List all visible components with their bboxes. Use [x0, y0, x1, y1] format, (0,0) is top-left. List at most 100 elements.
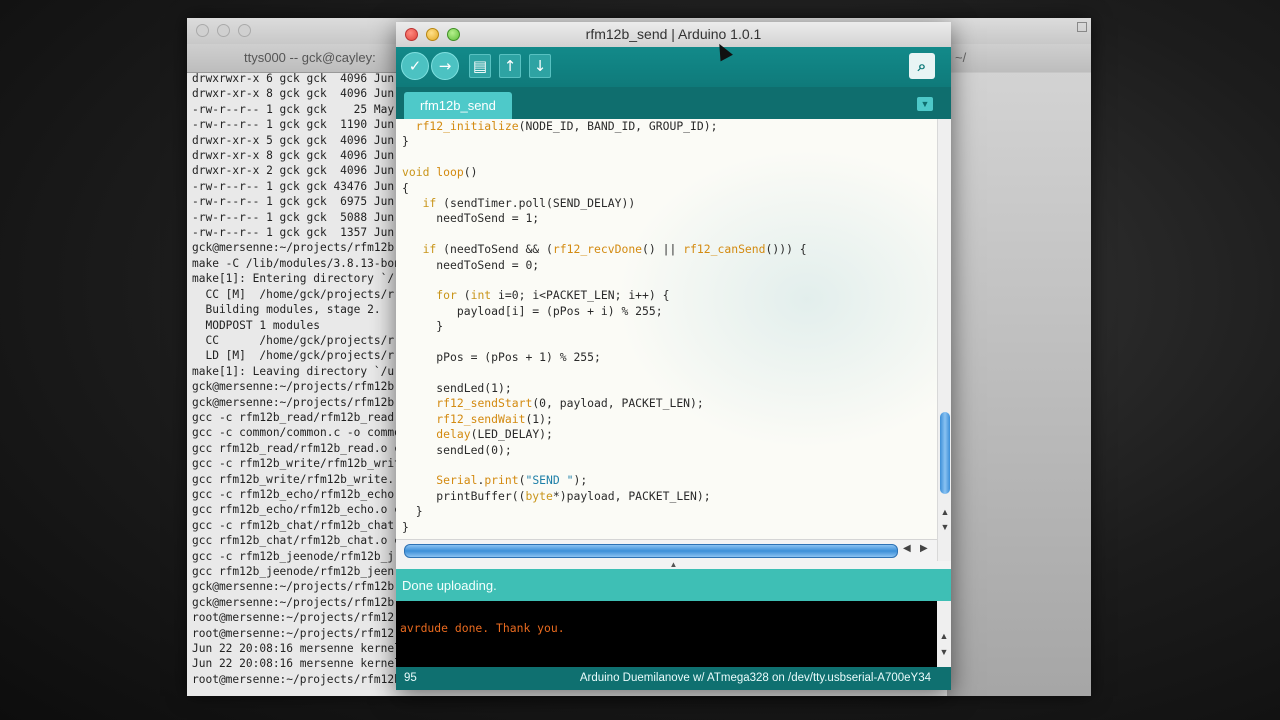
code-token: print [484, 473, 519, 488]
terminal-output[interactable]: drwxrwxr-x 6 gck gck 4096 Jun drwxr-xr-x … [192, 71, 397, 693]
code-token: if [422, 196, 437, 211]
minimize-icon[interactable] [217, 24, 230, 37]
code-token: () || [642, 242, 684, 257]
fullscreen-icon[interactable] [1077, 22, 1087, 32]
code-token: i=0; i<PACKET_LEN; i++) { [491, 288, 670, 303]
code-token: ); [573, 473, 588, 488]
scroll-down-arrow-icon[interactable]: ▼ [939, 522, 951, 532]
code-line: for (int i=0; i<PACKET_LEN; i++) { [402, 288, 807, 303]
magnifier-icon: ⌕ [917, 57, 927, 75]
console-output[interactable]: avrdude done. Thank you. [396, 601, 937, 667]
tab-menu-button[interactable]: ▼ [917, 97, 933, 111]
code-token: payload[i] = (pPos + i) % 255; [402, 303, 663, 318]
scroll-right-arrow-icon[interactable]: ▶ [920, 543, 928, 554]
code-line: if (sendTimer.poll(SEND_DELAY)) [402, 196, 807, 211]
zoom-icon[interactable] [238, 24, 251, 37]
arduino-ide-window[interactable]: rfm12b_send | Arduino 1.0.1 ✓ → ▤ ↑ ↓ ⌕ … [396, 22, 951, 690]
code-token: ( [456, 288, 471, 303]
code-line: needToSend = 0; [402, 258, 807, 273]
terminal-line: gcc -c rfm12b_jeenode/rfm12b_j [192, 549, 395, 563]
status-message: Done uploading. [402, 578, 497, 593]
terminal-line: -rw-r--r-- 1 gck gck 6975 Jun [192, 195, 395, 209]
verify-button[interactable]: ✓ [401, 52, 429, 80]
code-token: needToSend = 0; [402, 257, 540, 272]
terminal-line: make -C /lib/modules/3.8.13-bon [192, 256, 397, 270]
code-token: loop [436, 165, 464, 180]
terminal-line: gcc rfm12b_chat/rfm12b_chat.o c [192, 534, 397, 548]
scroll-up-arrow-icon[interactable]: ▲ [938, 631, 950, 641]
code-token: { [402, 180, 409, 195]
code-token: for [436, 288, 457, 303]
terminal-line: gck@mersenne:~/projects/rfm12b [192, 241, 395, 255]
terminal-line: LD [M] /home/gck/projects/r [192, 349, 395, 363]
ide-titlebar[interactable]: rfm12b_send | Arduino 1.0.1 [396, 22, 951, 48]
terminal-line: gcc -c rfm12b_write/rfm12b_writ [192, 457, 397, 471]
code-line: sendLed(1); [402, 381, 807, 396]
open-button[interactable]: ↑ [499, 54, 521, 78]
terminal-line: gcc -c rfm12b_read/rfm12b_read. [192, 410, 397, 424]
code-token: sendLed(1); [402, 380, 512, 395]
terminal-line: CC /home/gck/projects/r [192, 333, 395, 347]
code-token: (0, payload, PACKET_LEN); [532, 396, 704, 411]
code-editor[interactable]: rf12_initialize(NODE_ID, BAND_ID, GROUP_… [396, 119, 937, 539]
save-button[interactable]: ↓ [529, 54, 551, 78]
pane-divider[interactable]: ▲ [396, 561, 951, 569]
scroll-left-arrow-icon[interactable]: ◀ [903, 543, 911, 554]
code-token: } [402, 504, 423, 519]
new-file-icon: ▤ [472, 57, 488, 75]
code-token: *)payload, PACKET_LEN); [552, 488, 711, 503]
editor-vertical-scrollbar[interactable]: ▲ ▼ [937, 119, 951, 561]
tab-rfm12b-send[interactable]: rfm12b_send [404, 92, 512, 119]
code-token: (NODE_ID, BAND_ID, GROUP_ID); [518, 119, 718, 133]
terminal-line: drwxrwxr-x 6 gck gck 4096 Jun [192, 72, 395, 85]
scroll-up-arrow-icon[interactable]: ▲ [939, 507, 951, 517]
code-token: printBuffer(( [402, 488, 526, 503]
code-line: } [402, 134, 807, 149]
window-title: rfm12b_send | Arduino 1.0.1 [585, 26, 762, 42]
code-token: } [402, 134, 409, 149]
horizontal-scroll-thumb[interactable] [404, 544, 898, 558]
terminal-line: -rw-r--r-- 1 gck gck 5088 Jun [192, 210, 395, 224]
code-text[interactable]: rf12_initialize(NODE_ID, BAND_ID, GROUP_… [402, 119, 807, 535]
code-token: rf12_sendStart [436, 396, 533, 411]
close-icon[interactable] [196, 24, 209, 37]
editor-horizontal-scrollbar[interactable]: ◀ ▶ [396, 539, 937, 562]
terminal-line: -rw-r--r-- 1 gck gck 1357 Jun [192, 226, 395, 240]
terminal-right-area [947, 72, 1091, 696]
ide-toolbar: ✓ → ▤ ↑ ↓ ⌕ [396, 47, 951, 87]
terminal-line: gck@mersenne:~/projects/rfm12b [192, 595, 395, 609]
vertical-scroll-thumb[interactable] [940, 412, 950, 494]
code-token: ())) { [765, 242, 807, 257]
code-token: (sendTimer.poll(SEND_DELAY)) [436, 196, 636, 211]
terminal-tab-title-2[interactable]: ~/ [955, 50, 966, 65]
terminal-line: Jun 22 20:08:16 mersenne kernel [192, 657, 397, 671]
terminal-tab-title[interactable]: ttys000 -- gck@cayley: [244, 50, 376, 65]
terminal-line: Building modules, stage 2. [192, 303, 381, 317]
upload-button[interactable]: → [431, 52, 459, 80]
code-token: delay [436, 427, 471, 442]
terminal-line: root@mersenne:~/projects/rfm12 [192, 626, 395, 640]
arrow-down-icon: ↓ [533, 57, 547, 75]
code-token: sendLed(0); [402, 442, 512, 457]
terminal-line: -rw-r--r-- 1 gck gck 1190 Jun [192, 118, 395, 132]
scroll-down-arrow-icon[interactable]: ▼ [938, 647, 950, 657]
console-scrollbar[interactable]: ▲ ▼ [937, 601, 951, 667]
code-line: payload[i] = (pPos + i) % 255; [402, 304, 807, 319]
new-sketch-button[interactable]: ▤ [469, 54, 491, 78]
code-token: Serial [436, 473, 478, 488]
terminal-line: -rw-r--r-- 1 gck gck 25 May [192, 102, 395, 116]
code-token: rf12_canSend [683, 242, 766, 257]
code-token: byte [525, 488, 553, 503]
serial-monitor-button[interactable]: ⌕ [909, 53, 935, 79]
code-token: pPos = (pPos + 1) % 255; [402, 350, 601, 365]
code-line: void loop() [402, 165, 807, 180]
code-line: } [402, 319, 807, 334]
code-line: rf12_initialize(NODE_ID, BAND_ID, GROUP_… [402, 119, 807, 134]
